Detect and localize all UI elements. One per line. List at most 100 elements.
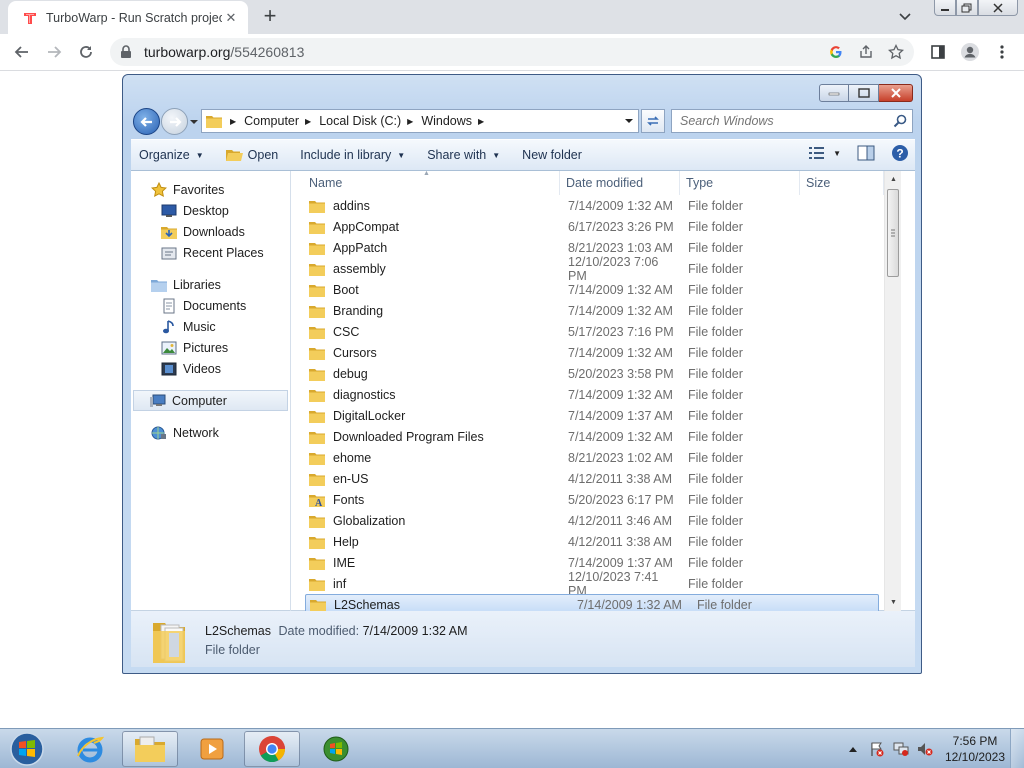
explorer-back-button[interactable] (133, 108, 160, 135)
scroll-down-arrow-icon[interactable]: ▼ (885, 594, 902, 611)
show-desktop-button[interactable] (1010, 729, 1024, 768)
explorer-forward-button[interactable] (161, 108, 188, 135)
explorer-maximize-button[interactable] (849, 84, 879, 102)
action-center-flag-icon[interactable] (868, 740, 886, 758)
search-icon[interactable] (893, 114, 907, 128)
file-row[interactable]: Help 4/12/2011 3:38 AM File folder (297, 531, 901, 552)
explorer-address-bar[interactable]: ▶ Computer ▶ Local Disk (C:) ▶ Windows ▶ (201, 109, 639, 133)
taskbar-clock[interactable]: 7:56 PM 12/10/2023 (940, 733, 1010, 765)
breadcrumb-windows[interactable]: Windows (421, 114, 472, 128)
file-row[interactable]: Cursors 7/14/2009 1:32 AM File folder (297, 342, 901, 363)
breadcrumb-local-disk[interactable]: Local Disk (C:) (319, 114, 401, 128)
address-history-dropdown-icon[interactable] (620, 110, 638, 132)
breadcrumb-separator-icon[interactable]: ▶ (305, 117, 311, 126)
chrome-menu-icon[interactable] (988, 38, 1016, 66)
recent-pages-dropdown-icon[interactable] (189, 116, 199, 126)
vertical-scrollbar[interactable]: ▲ ▼ (884, 171, 901, 611)
file-row[interactable]: A Fonts 5/20/2023 6:17 PM File folder (297, 489, 901, 510)
file-row[interactable]: Globalization 4/12/2011 3:46 AM File folde… (297, 510, 901, 531)
organize-button[interactable]: Organize ▼ (131, 143, 212, 167)
file-row[interactable]: Boot 7/14/2009 1:32 AM File folder (297, 279, 901, 300)
file-date-cell: 4/12/2011 3:38 AM (568, 471, 673, 486)
volume-muted-icon[interactable] (916, 740, 934, 758)
google-icon[interactable] (824, 40, 848, 64)
nav-favorites[interactable]: Favorites (131, 179, 290, 200)
explorer-minimize-button[interactable] (819, 84, 849, 102)
file-row[interactable]: CSC 5/17/2023 7:16 PM File folder (297, 321, 901, 342)
explorer-close-button[interactable] (879, 84, 913, 102)
breadcrumb-separator-icon[interactable]: ▶ (230, 117, 236, 126)
help-icon[interactable]: ? (891, 144, 909, 162)
nav-libraries[interactable]: Libraries (131, 274, 290, 295)
taskbar-windows-update-icon[interactable] (308, 731, 364, 767)
breadcrumb-separator-icon[interactable]: ▶ (478, 117, 484, 126)
new-tab-button[interactable]: + (258, 5, 282, 29)
folder-icon (206, 114, 222, 128)
bookmark-star-icon[interactable] (884, 40, 908, 64)
change-view-button[interactable]: ▼ (809, 147, 841, 159)
file-row[interactable]: ehome 8/21/2023 1:02 AM File folder (297, 447, 901, 468)
file-row[interactable]: en-US 4/12/2011 3:38 AM File folder (297, 468, 901, 489)
nav-computer[interactable]: Computer (133, 390, 288, 411)
file-row[interactable]: Downloaded Program Files 7/14/2009 1:32 A… (297, 426, 901, 447)
file-row[interactable]: diagnostics 7/14/2009 1:32 AM File folder (297, 384, 901, 405)
show-hidden-icons-icon[interactable] (844, 740, 862, 758)
new-folder-button[interactable]: New folder (514, 143, 590, 167)
open-button[interactable]: Open (218, 143, 287, 167)
file-name-cell: ehome (297, 451, 560, 465)
share-with-button[interactable]: Share with ▼ (419, 143, 508, 167)
browser-minimize-button[interactable] (934, 0, 956, 16)
side-panel-icon[interactable] (924, 38, 952, 66)
browser-tab[interactable]: TurboWarp - Run Scratch project ✕ (8, 1, 248, 34)
browser-toolbar: turbowarp.org/554260813 (0, 34, 1024, 71)
nav-documents[interactable]: Documents (131, 295, 290, 316)
file-row[interactable]: inf 12/10/2023 7:41 PM File folder (297, 570, 901, 598)
explorer-refresh-button[interactable] (641, 109, 665, 133)
reload-icon[interactable] (72, 38, 100, 66)
tab-close-icon[interactable]: ✕ (222, 9, 240, 27)
lock-icon[interactable] (120, 45, 134, 59)
file-row[interactable]: addins 7/14/2009 1:32 AM File folder (297, 195, 901, 216)
search-input[interactable] (680, 114, 880, 128)
nav-pictures[interactable]: Pictures (131, 337, 290, 358)
column-header-date[interactable]: Date modified (560, 171, 680, 195)
forward-arrow-icon[interactable] (40, 38, 68, 66)
preview-pane-icon[interactable] (857, 145, 875, 161)
breadcrumb-computer[interactable]: Computer (244, 114, 299, 128)
nav-music[interactable]: Music (131, 316, 290, 337)
scroll-up-arrow-icon[interactable]: ▲ (885, 171, 902, 188)
back-arrow-icon[interactable] (8, 38, 36, 66)
network-status-icon[interactable] (892, 740, 910, 758)
file-row[interactable]: DigitalLocker 7/14/2009 1:37 AM File folde… (297, 405, 901, 426)
column-header-name[interactable]: ▲ Name (297, 170, 560, 195)
breadcrumb-separator-icon[interactable]: ▶ (407, 117, 413, 126)
file-row[interactable]: Branding 7/14/2009 1:32 AM File folder (297, 300, 901, 321)
file-row[interactable]: debug 5/20/2023 3:58 PM File folder (297, 363, 901, 384)
nav-downloads[interactable]: Downloads (131, 221, 290, 242)
include-in-library-button[interactable]: Include in library ▼ (292, 143, 413, 167)
tab-search-chevron-icon[interactable] (896, 8, 914, 26)
explorer-search-box[interactable] (671, 109, 913, 133)
column-header-size[interactable]: Size (800, 171, 884, 195)
nav-videos[interactable]: Videos (131, 358, 290, 379)
nav-network[interactable]: Network (131, 422, 290, 443)
taskbar-internet-explorer-icon[interactable] (62, 731, 118, 767)
taskbar-chrome-icon[interactable] (244, 731, 300, 767)
nav-recent-places[interactable]: Recent Places (131, 242, 290, 263)
file-row[interactable]: assembly 12/10/2023 7:06 PM File folder (297, 255, 901, 283)
address-bar[interactable]: turbowarp.org/554260813 (110, 38, 914, 66)
browser-close-button[interactable] (978, 0, 1018, 16)
start-button[interactable] (4, 730, 50, 768)
share-icon[interactable] (854, 40, 878, 64)
scrollbar-thumb[interactable] (887, 189, 899, 277)
taskbar-media-player-icon[interactable] (184, 731, 240, 767)
explorer-command-bar: Organize ▼ Open Include in library ▼ Share… (131, 139, 915, 171)
column-header-type[interactable]: Type (680, 171, 800, 195)
browser-restore-button[interactable] (956, 0, 978, 16)
nav-desktop[interactable]: Desktop (131, 200, 290, 221)
file-row[interactable]: AppCompat 6/17/2023 3:26 PM File folder (297, 216, 901, 237)
file-type-cell: File folder (688, 387, 743, 402)
taskbar-explorer-icon[interactable] (122, 731, 178, 767)
nav-computer-label: Computer (172, 393, 227, 408)
profile-avatar-icon[interactable] (956, 38, 984, 66)
